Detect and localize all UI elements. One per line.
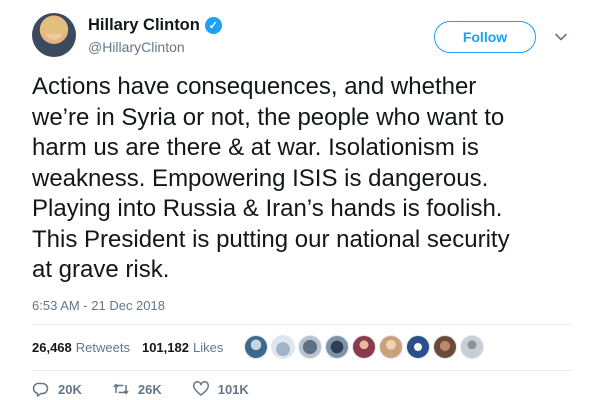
chevron-down-icon[interactable]: [554, 30, 568, 44]
liker-avatar[interactable]: [271, 335, 295, 359]
verified-badge-icon: ✓: [204, 16, 222, 34]
reply-count: 20K: [58, 381, 82, 397]
reply-action[interactable]: 20K: [32, 380, 82, 398]
author-handle[interactable]: @HillaryClinton: [88, 39, 222, 55]
tweet-text-line: This President is putting our national s…: [32, 225, 510, 253]
liker-avatar[interactable]: [352, 335, 376, 359]
tweet-text-line: harm us are there & at war. Isolationism…: [32, 134, 479, 161]
liker-avatar[interactable]: [433, 335, 457, 359]
author-block: Hillary Clinton ✓ @HillaryClinton: [88, 14, 222, 55]
liker-avatar[interactable]: [379, 335, 403, 359]
retweet-icon: [113, 383, 129, 395]
tweet-text-line: Actions have consequences, and whether: [32, 73, 477, 100]
liker-avatar[interactable]: [460, 335, 484, 359]
tweet-text-line: we’re in Syria or not, the people who wa…: [32, 103, 505, 131]
liker-avatar[interactable]: [406, 335, 430, 359]
divider: [32, 324, 572, 325]
tweet-actions: 20K 26K 101K: [32, 378, 279, 400]
divider: [32, 370, 572, 371]
likes-label[interactable]: Likes: [193, 340, 223, 355]
tweet-stats: 26,468 Retweets 101,182 Likes: [32, 332, 235, 362]
likers-avatars: [244, 333, 487, 361]
retweet-action[interactable]: 26K: [112, 380, 162, 398]
tweet-card: Hillary Clinton ✓ @HillaryClinton Follow…: [0, 0, 600, 400]
liker-avatar[interactable]: [298, 335, 322, 359]
follow-button[interactable]: Follow: [434, 21, 536, 53]
tweet-header: Hillary Clinton ✓ @HillaryClinton Follow: [32, 10, 580, 60]
author-name[interactable]: Hillary Clinton: [88, 16, 200, 35]
avatar[interactable]: [32, 13, 76, 57]
likes-count[interactable]: 101,182: [142, 340, 189, 355]
tweet-text-line: weakness. Empowering ISIS is dangerous.: [32, 164, 489, 192]
retweet-count: 26K: [137, 381, 162, 397]
name-row: Hillary Clinton ✓: [88, 14, 222, 36]
liker-avatar[interactable]: [325, 335, 349, 359]
tweet-text-line: Playing into Russia & Iran’s hands is fo…: [32, 195, 503, 222]
like-action[interactable]: 101K: [192, 380, 249, 398]
reply-icon: [32, 382, 49, 397]
like-count: 101K: [217, 381, 249, 397]
liker-avatar[interactable]: [244, 335, 268, 359]
heart-icon: [192, 381, 209, 396]
retweets-label[interactable]: Retweets: [76, 340, 130, 355]
tweet-text: Actions have consequences, and whether w…: [32, 72, 580, 286]
retweets-count[interactable]: 26,468: [32, 340, 72, 355]
tweet-timestamp[interactable]: 6:53 AM - 21 Dec 2018: [32, 298, 165, 313]
tweet-text-line: at grave risk.: [32, 256, 170, 283]
